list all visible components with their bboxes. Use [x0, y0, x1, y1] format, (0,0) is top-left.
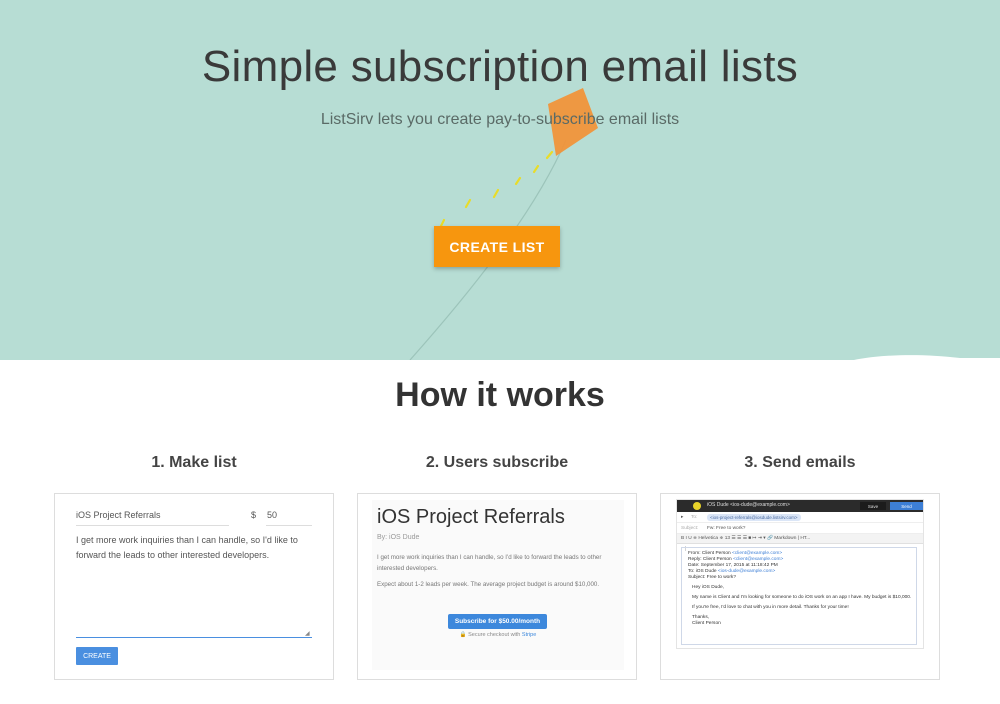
email-greeting: Hey iOS Dude, [692, 585, 724, 590]
hero-title: Simple subscription email lists [201, 42, 799, 91]
fwd-subject-line: Subject: Free to work? [688, 575, 736, 580]
subject-label: Subject: [681, 526, 699, 531]
subscribe-button[interactable]: Subscribe for $50.00/month [448, 614, 547, 629]
to-label: To: [691, 515, 698, 520]
resize-handle-icon[interactable]: ◢ [305, 630, 310, 637]
email-signature: Client Person [692, 621, 721, 626]
create-list-button[interactable]: CREATE LIST [434, 226, 560, 267]
send-emails-card: iOS Dude <ios-dude@example.com> Save Sen… [660, 493, 940, 680]
expand-arrow-icon[interactable]: ▸ [681, 515, 683, 520]
make-list-card: iOS Project Referrals $ 50 I get more wo… [54, 493, 334, 680]
hero-section: Simple subscription email lists ListSirv… [0, 0, 1000, 360]
stripe-link[interactable]: Stripe [522, 632, 536, 638]
subject-field[interactable]: Fw: Free to work? [707, 526, 745, 531]
subscribe-page-preview: iOS Project Referrals By: iOS Dude I get… [372, 500, 624, 670]
price-field[interactable]: 50 [266, 510, 312, 526]
step-3-heading: 3. Send emails [744, 454, 856, 471]
create-button[interactable]: CREATE [76, 647, 118, 665]
list-title: iOS Project Referrals [377, 506, 565, 528]
step-2-heading: 2. Users subscribe [425, 454, 569, 471]
secure-checkout-text: Secure checkout with [468, 632, 521, 638]
email-paragraph-2: If you're free, I'd love to chat with yo… [692, 605, 849, 610]
recipient-chip[interactable]: <ios-project-referrals@iosdude.listsirv.… [707, 514, 801, 521]
to-row: ▸ To: <ios-project-referrals@iosdude.lis… [677, 512, 923, 523]
how-it-works-title: How it works [395, 376, 605, 414]
forwarded-message: From: Client Person <client@example.com>… [681, 547, 917, 645]
hero-subtitle: ListSirv lets you create pay-to-subscrib… [320, 111, 680, 128]
step-1-heading: 1. Make list [151, 454, 237, 471]
currency-symbol: $ [251, 510, 257, 520]
lock-icon: 🔒 [459, 632, 467, 638]
compose-titlebar: iOS Dude <ios-dude@example.com> Save Sen… [677, 500, 923, 512]
formatting-toolbar[interactable]: B I U ≑ Helvetica ≑ 13 ☰ ☰ ☰ ■ ↦ ⇥ ▾ 🔗 M… [677, 534, 923, 544]
sender-avatar-icon [693, 502, 701, 510]
description-textarea[interactable]: I get more work inquiries than I can han… [76, 533, 312, 638]
send-button[interactable]: Send [890, 502, 923, 510]
secure-checkout-note: 🔒 Secure checkout with Stripe [372, 632, 624, 638]
subject-row: Subject: Fw: Free to work? [677, 523, 923, 534]
kite-tail [439, 150, 554, 228]
list-name-field[interactable]: iOS Project Referrals [76, 510, 229, 526]
hero-bottom-curve [840, 355, 1000, 364]
list-expectation: Expect about 1-2 leads per week. The ave… [377, 581, 600, 588]
email-compose-preview: iOS Dude <ios-dude@example.com> Save Sen… [676, 499, 924, 649]
list-description: I get more work inquiries than I can han… [377, 554, 602, 572]
from-account[interactable]: iOS Dude <ios-dude@example.com> [707, 502, 790, 508]
toolbar-controls[interactable]: B I U ≑ Helvetica ≑ 13 ☰ ☰ ☰ ■ ↦ ⇥ ▾ 🔗 M… [681, 536, 810, 541]
save-button[interactable]: Save [860, 502, 886, 510]
list-byline: By: iOS Dude [377, 534, 420, 541]
email-paragraph-1: My name is Client and I'm looking for so… [692, 595, 912, 600]
users-subscribe-card: iOS Project Referrals By: iOS Dude I get… [357, 493, 637, 680]
